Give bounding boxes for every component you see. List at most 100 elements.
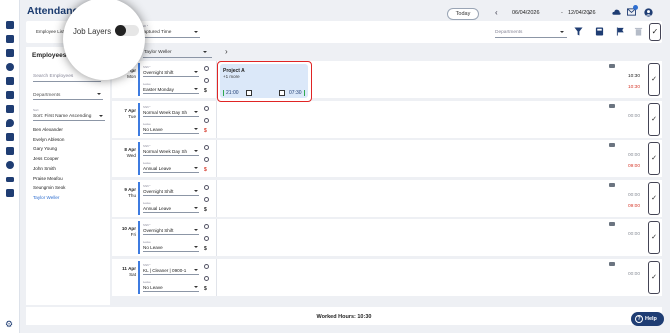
prev-week-icon[interactable]: ‹ [495,9,498,17]
dollar-icon[interactable]: $ [204,286,207,292]
leave-select[interactable]: Annual Leave [143,166,171,171]
chevron-down-icon[interactable] [194,111,198,113]
start-checkbox[interactable] [246,90,252,96]
comment-icon[interactable] [609,222,615,226]
trash-icon[interactable] [634,27,643,36]
departments-filter[interactable]: Departments [33,93,60,98]
employee-item[interactable]: Jess Cooper [33,156,59,161]
shift-select[interactable]: KL | Cleaner | 0900-1 [143,268,186,273]
shift-card-more[interactable]: +1 more [223,74,240,79]
employee-item[interactable]: Seungmin Seok [33,185,65,190]
employee-item-selected[interactable]: Taylor Weller [33,195,59,200]
leave-select[interactable]: No Leave [143,285,163,290]
dollar-icon[interactable]: $ [204,167,207,173]
shift-select[interactable]: Normal Week Day Sh [143,110,187,115]
settings-icon[interactable] [204,236,209,241]
calculator-icon[interactable] [595,27,604,36]
settings-icon[interactable] [204,157,209,162]
chevron-down-icon[interactable] [194,207,198,209]
dollar-icon[interactable]: $ [204,88,207,94]
clock-icon[interactable] [6,63,14,71]
history-icon[interactable] [204,145,209,150]
employee-item[interactable]: Ben Alexander [33,127,63,132]
settings-icon[interactable] [204,276,209,281]
chevron-down-icon[interactable] [194,150,198,152]
employee-item[interactable]: Evelyn Ableson [33,137,64,142]
chevron-down-icon[interactable] [194,190,198,192]
history-icon[interactable] [204,106,209,111]
settings-icon[interactable] [204,197,209,202]
date-from[interactable]: 06/04/2026 [512,10,540,16]
chevron-down-icon[interactable] [194,229,198,231]
approve-day-checkbox[interactable]: ✓ [648,63,660,96]
users-icon[interactable] [6,49,14,57]
next-employee-icon[interactable]: › [225,47,228,56]
shift-select[interactable]: Overnight Shift [143,189,173,194]
dollar-icon[interactable]: $ [204,128,207,134]
phone-icon[interactable] [6,189,14,197]
shift-card-body[interactable]: Project A +1 more 21:00 07:30 [220,64,308,98]
settings-icon[interactable] [204,118,209,123]
selected-employee-select[interactable]: Taylor Weller › [139,47,239,61]
history-icon[interactable] [204,224,209,229]
today-button[interactable]: Today [447,8,479,20]
clipboard-icon[interactable] [6,91,14,99]
employee-item[interactable]: John Smith [33,166,56,171]
comment-icon[interactable] [609,143,615,147]
chevron-down-icon[interactable] [560,31,564,33]
approve-day-checkbox[interactable]: ✓ [648,182,660,215]
shift-select[interactable]: Normal Week Day Sh [143,149,187,154]
chevron-down-icon[interactable] [99,115,103,117]
shift-end-time[interactable]: 07:30 [289,90,305,96]
approve-day-checkbox[interactable]: ✓ [648,103,660,136]
chevron-down-icon[interactable] [194,88,198,90]
account-icon[interactable] [644,8,653,17]
leave-select[interactable]: No Leave [143,245,163,250]
chevron-down-icon[interactable] [97,93,101,95]
leave-select[interactable]: No Leave [143,127,163,132]
gear-icon[interactable]: ⚙ [5,320,13,329]
comment-icon[interactable] [609,183,615,187]
shift-start-time[interactable]: 21:00 [223,90,239,96]
chevron-down-icon[interactable] [194,167,198,169]
leave-select[interactable]: Annual Leave [143,206,171,211]
document-icon[interactable] [6,147,14,155]
list-icon[interactable] [6,35,14,43]
chevron-down-icon[interactable] [194,31,198,33]
search-employees-input[interactable]: Search Employees [33,74,73,79]
shift-card-highlighted[interactable]: Project A +1 more 21:00 07:30 [217,61,312,102]
filter-icon[interactable] [574,27,583,36]
employee-item[interactable]: Gary Young [33,146,57,151]
approve-all-checkbox[interactable]: ✓ [649,23,661,41]
approve-day-checkbox[interactable]: ✓ [648,142,660,175]
approve-day-checkbox[interactable]: ✓ [648,221,660,254]
chevron-down-icon[interactable] [194,286,198,288]
chevron-down-icon[interactable] [194,128,198,130]
chevron-down-icon[interactable] [194,269,198,271]
dashboard-icon[interactable] [6,21,14,29]
building-icon[interactable] [6,133,14,141]
settings-icon[interactable] [204,78,209,83]
comment-icon[interactable] [609,64,615,68]
sitemap-icon[interactable] [6,77,14,85]
flag-icon[interactable] [616,27,625,36]
comment-icon[interactable] [609,262,615,266]
sort-select[interactable]: Sort: First Name Ascending [33,114,91,119]
shift-select[interactable]: Overnight Shift [143,228,173,233]
help-button[interactable]: ? Help [631,312,664,326]
history-icon[interactable] [204,264,209,269]
location-icon[interactable] [6,119,14,127]
history-icon[interactable] [204,66,209,71]
next-week-icon[interactable]: › [588,9,591,17]
date-to[interactable]: 12/04/2026 [568,10,596,16]
chevron-down-icon[interactable] [203,51,207,53]
selected-employee-value[interactable]: Taylor Weller [144,50,172,55]
employee-item[interactable]: Praise Meafou [33,176,63,181]
history-icon[interactable] [204,185,209,190]
job-layers-toggle[interactable] [115,25,139,36]
departments-select[interactable]: Departments [495,30,522,35]
calendar-icon[interactable] [6,105,14,113]
dollar-icon[interactable]: $ [204,207,207,213]
leave-select[interactable]: Easter Monday [143,87,174,92]
end-checkbox[interactable] [279,90,285,96]
